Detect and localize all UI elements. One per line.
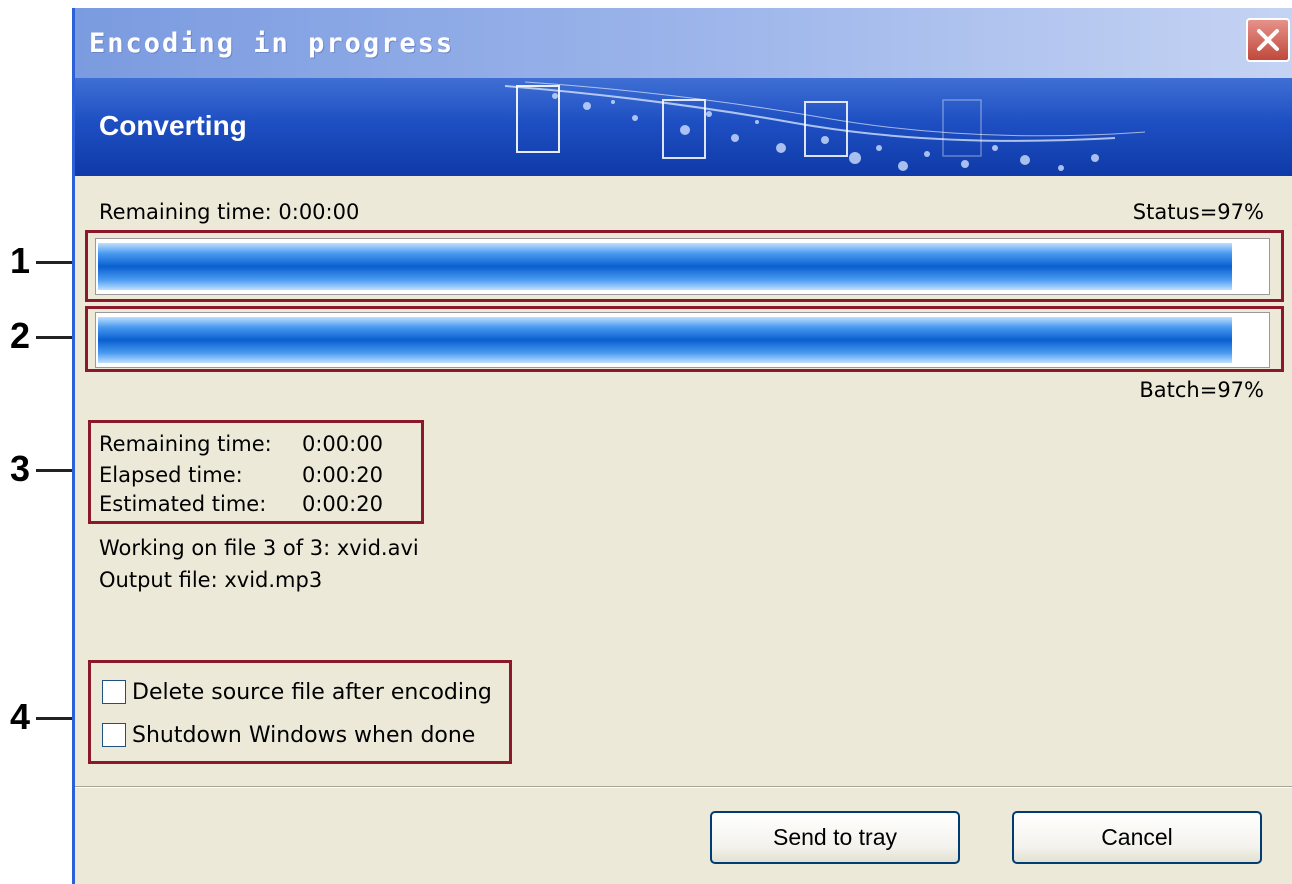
- close-button[interactable]: [1246, 18, 1290, 62]
- batch-progress-fill: [98, 317, 1232, 363]
- status-progress-bar: [95, 238, 1270, 295]
- send-to-tray-button[interactable]: Send to tray: [710, 811, 960, 864]
- delete-source-checkbox[interactable]: [102, 680, 126, 704]
- batch-progress-bar: [95, 312, 1270, 368]
- title-bar[interactable]: Encoding in progress: [75, 8, 1292, 78]
- annotation-number-4: 4: [10, 696, 31, 737]
- shutdown-windows-checkbox[interactable]: [102, 723, 126, 747]
- remaining-time-label: Remaining time: 0:00:00: [99, 200, 360, 224]
- stat-label: Remaining time:: [99, 432, 272, 456]
- output-file-text: Output file: xvid.mp3: [99, 568, 323, 592]
- stat-value: 0:00:20: [302, 492, 383, 516]
- stat-label: Elapsed time:: [99, 463, 243, 487]
- stat-value: 0:00:20: [302, 463, 383, 487]
- delete-source-label[interactable]: Delete source file after encoding: [132, 680, 492, 705]
- working-on-file-text: Working on file 3 of 3: xvid.avi: [99, 536, 419, 560]
- status-progress-fill: [98, 243, 1232, 290]
- status-percent-label: Status=97%: [1132, 200, 1264, 224]
- stat-value: 0:00:00: [302, 432, 383, 456]
- stat-label: Estimated time:: [99, 492, 267, 516]
- annotation-number-3: 3: [10, 448, 31, 489]
- annotation-number-1: 1: [10, 240, 31, 281]
- window-title: Encoding in progress: [89, 28, 455, 59]
- cancel-button[interactable]: Cancel: [1012, 811, 1262, 864]
- close-icon: [1257, 29, 1279, 51]
- shutdown-windows-label[interactable]: Shutdown Windows when done: [132, 723, 475, 748]
- conversion-sparkle-graphic: [504, 81, 1146, 171]
- annotation-box-4: [88, 660, 512, 764]
- encoding-dialog: Encoding in progress Converting Remainin…: [72, 8, 1292, 884]
- banner-title: Converting: [99, 110, 247, 141]
- batch-percent-label: Batch=97%: [1139, 378, 1264, 402]
- footer-divider: [75, 786, 1292, 788]
- annotation-number-2: 2: [10, 315, 31, 356]
- header-banner: Converting: [75, 78, 1292, 176]
